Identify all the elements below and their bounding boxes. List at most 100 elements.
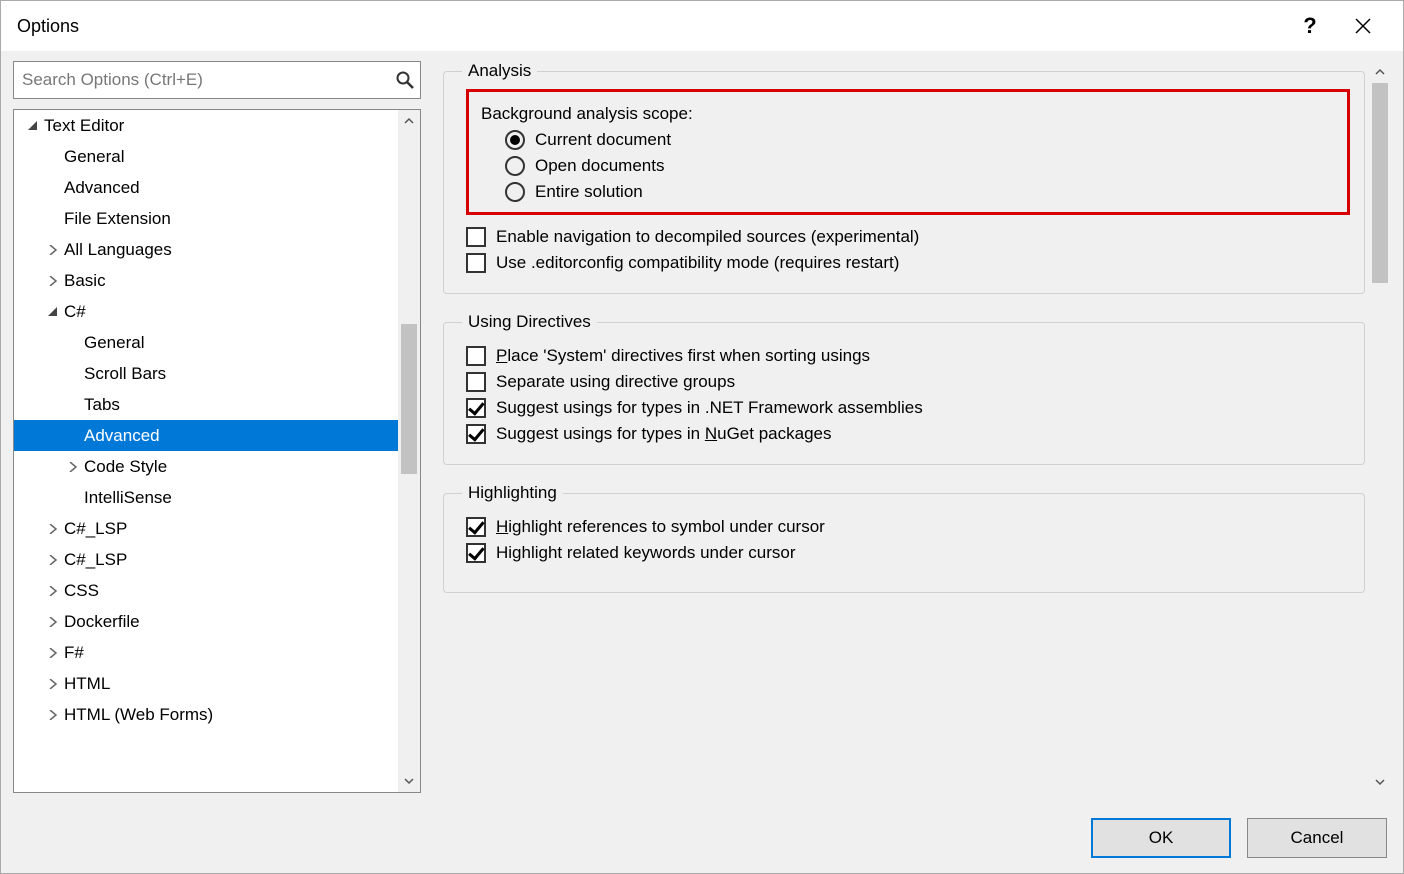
radio-icon[interactable] [505, 156, 525, 176]
checkbox-option[interactable]: Enable navigation to decompiled sources … [466, 227, 1350, 247]
radio-option[interactable]: Open documents [505, 156, 1343, 176]
checkbox-option[interactable]: Highlight related keywords under cursor [466, 543, 1350, 563]
collapsed-icon[interactable] [46, 677, 60, 691]
checkbox-icon[interactable] [466, 543, 486, 563]
collapsed-icon[interactable] [46, 553, 60, 567]
tree-item[interactable]: Basic [14, 265, 398, 296]
titlebar: Options ? [1, 1, 1403, 51]
checkbox-icon[interactable] [466, 424, 486, 444]
tree-item[interactable]: HTML [14, 668, 398, 699]
tree-item-label: F# [62, 643, 84, 663]
tree-item[interactable]: Text Editor [14, 110, 398, 141]
tree-item-label: Text Editor [42, 116, 124, 136]
tree-scrollbar[interactable] [398, 110, 420, 792]
checkbox-label: Suggest usings for types in NuGet packag… [496, 424, 831, 444]
tree-item[interactable]: General [14, 327, 398, 358]
tree-item[interactable]: File Extension [14, 203, 398, 234]
spacer-icon [66, 367, 80, 381]
checkbox-option[interactable]: Use .editorconfig compatibility mode (re… [466, 253, 1350, 273]
radio-option[interactable]: Entire solution [505, 182, 1343, 202]
radio-icon[interactable] [505, 182, 525, 202]
spacer-icon [46, 181, 60, 195]
expanded-icon[interactable] [46, 305, 60, 319]
checkbox-option[interactable]: Highlight references to symbol under cur… [466, 517, 1350, 537]
tree-item-label: General [62, 147, 124, 167]
tree-item-label: C#_LSP [62, 550, 127, 570]
dialog-buttons: OK Cancel [1, 803, 1403, 873]
analysis-scope-label: Background analysis scope: [481, 104, 1343, 124]
search-input[interactable] [14, 66, 390, 94]
checkbox-option[interactable]: Suggest usings for types in NuGet packag… [466, 424, 1350, 444]
scroll-up-icon[interactable] [1369, 61, 1391, 83]
checkbox-label: Separate using directive groups [496, 372, 735, 392]
checkbox-label: Highlight related keywords under cursor [496, 543, 796, 563]
tree-item[interactable]: C#_LSP [14, 513, 398, 544]
options-dialog: Options ? Text Editor General Advanced File… [0, 0, 1404, 874]
collapsed-icon[interactable] [46, 584, 60, 598]
help-button[interactable]: ? [1287, 10, 1333, 42]
collapsed-icon[interactable] [66, 460, 80, 474]
tree-item[interactable]: Advanced [14, 172, 398, 203]
tree-item-label: Dockerfile [62, 612, 140, 632]
search-box[interactable] [13, 61, 421, 99]
checkbox-icon[interactable] [466, 517, 486, 537]
checkbox-icon[interactable] [466, 253, 486, 273]
tree-item[interactable]: All Languages [14, 234, 398, 265]
radio-label: Open documents [535, 156, 664, 176]
expanded-icon[interactable] [26, 119, 40, 133]
tree-item-label: All Languages [62, 240, 172, 260]
tree-item[interactable]: Tabs [14, 389, 398, 420]
tree-item[interactable]: General [14, 141, 398, 172]
checkbox-icon[interactable] [466, 372, 486, 392]
tree-item[interactable]: IntelliSense [14, 482, 398, 513]
collapsed-icon[interactable] [46, 274, 60, 288]
group-using-directives: Using Directives Place 'System' directiv… [443, 312, 1365, 465]
collapsed-icon[interactable] [46, 243, 60, 257]
tree-item[interactable]: Advanced [14, 420, 398, 451]
tree-item[interactable]: F# [14, 637, 398, 668]
tree-item[interactable]: HTML (Web Forms) [14, 699, 398, 730]
collapsed-icon[interactable] [46, 708, 60, 722]
panel-scrollbar[interactable] [1369, 61, 1391, 793]
scroll-down-icon[interactable] [1369, 771, 1391, 793]
checkbox-icon[interactable] [466, 346, 486, 366]
checkbox-option[interactable]: Separate using directive groups [466, 372, 1350, 392]
tree-item[interactable]: C# [14, 296, 398, 327]
scroll-down-icon[interactable] [398, 770, 420, 792]
tree-item-label: CSS [62, 581, 99, 601]
tree-item-label: General [82, 333, 144, 353]
search-icon [390, 71, 420, 89]
radio-label: Entire solution [535, 182, 643, 202]
scroll-thumb[interactable] [401, 324, 417, 474]
options-tree[interactable]: Text Editor General Advanced File Extension… [13, 109, 421, 793]
radio-icon[interactable] [505, 130, 525, 150]
collapsed-icon[interactable] [46, 615, 60, 629]
tree-item-label: File Extension [62, 209, 171, 229]
checkbox-option[interactable]: Suggest usings for types in .NET Framewo… [466, 398, 1350, 418]
checkbox-label: Suggest usings for types in .NET Framewo… [496, 398, 923, 418]
tree-item[interactable]: Dockerfile [14, 606, 398, 637]
tree-item-label: HTML [62, 674, 110, 694]
spacer-icon [46, 150, 60, 164]
tree-item-label: Advanced [62, 178, 140, 198]
checkbox-option[interactable]: Place 'System' directives first when sor… [466, 346, 1350, 366]
tree-item[interactable]: CSS [14, 575, 398, 606]
tree-item[interactable]: Code Style [14, 451, 398, 482]
scroll-up-icon[interactable] [398, 110, 420, 132]
window-title: Options [17, 16, 79, 37]
tree-item-label: Scroll Bars [82, 364, 166, 384]
collapsed-icon[interactable] [46, 522, 60, 536]
tree-item[interactable]: Scroll Bars [14, 358, 398, 389]
tree-item-label: Advanced [82, 426, 160, 446]
checkbox-label: Place 'System' directives first when sor… [496, 346, 870, 366]
checkbox-label: Enable navigation to decompiled sources … [496, 227, 919, 247]
tree-item[interactable]: C#_LSP [14, 544, 398, 575]
checkbox-icon[interactable] [466, 227, 486, 247]
close-button[interactable] [1333, 10, 1393, 42]
cancel-button[interactable]: Cancel [1247, 818, 1387, 858]
ok-button[interactable]: OK [1091, 818, 1231, 858]
checkbox-icon[interactable] [466, 398, 486, 418]
collapsed-icon[interactable] [46, 646, 60, 660]
radio-option[interactable]: Current document [505, 130, 1343, 150]
scroll-thumb[interactable] [1372, 83, 1388, 283]
